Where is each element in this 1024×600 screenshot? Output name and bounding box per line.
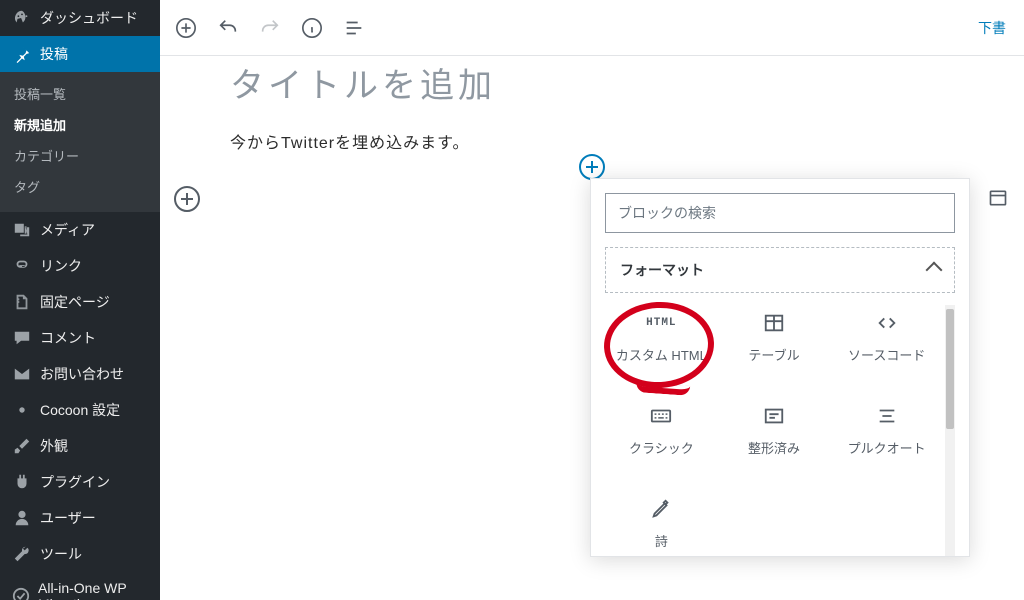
block-inserter-popover: フォーマット HTML カスタム HTML テーブル bbox=[590, 178, 970, 557]
preformatted-icon bbox=[760, 404, 788, 428]
html-icon: HTML bbox=[647, 311, 675, 335]
sidebar-item-users[interactable]: ユーザー bbox=[0, 500, 160, 536]
sidebar-label: リンク bbox=[40, 256, 82, 276]
plugin-icon bbox=[12, 472, 32, 492]
sidebar-posts-submenu: 投稿一覧 新規追加 カテゴリー タグ bbox=[0, 72, 160, 212]
pullquote-icon bbox=[873, 404, 901, 428]
add-block-button[interactable] bbox=[174, 16, 198, 40]
sidebar-label: お問い合わせ bbox=[40, 364, 124, 384]
chevron-up-icon bbox=[926, 262, 943, 279]
sidebar-item-contact[interactable]: お問い合わせ bbox=[0, 356, 160, 392]
block-search-input[interactable] bbox=[605, 193, 955, 233]
sidebar-item-media[interactable]: メディア bbox=[0, 212, 160, 248]
sidebar-item-comments[interactable]: コメント bbox=[0, 320, 160, 356]
block-preformatted[interactable]: 整形済み bbox=[718, 398, 831, 463]
sidebar-item-dashboard[interactable]: ダッシュボード bbox=[0, 0, 160, 36]
sidebar-sub-tags[interactable]: タグ bbox=[0, 171, 160, 202]
block-label: ソースコード bbox=[848, 345, 925, 364]
sidebar-item-pages[interactable]: 固定ページ bbox=[0, 284, 160, 320]
keyboard-icon bbox=[647, 404, 675, 428]
sidebar-label: All-in-One WP Migration bbox=[38, 580, 148, 600]
editor-main: 下書 タイトルを追加 今からTwitterを埋め込みます。 フォーマット bbox=[160, 0, 1024, 600]
code-icon bbox=[873, 311, 901, 335]
layout-block-shortcut[interactable] bbox=[986, 186, 1010, 210]
scrollbar-thumb[interactable] bbox=[946, 309, 954, 429]
app-root: ダッシュボード 投稿 投稿一覧 新規追加 カテゴリー タグ メディア リンク 固… bbox=[0, 0, 1024, 600]
link-icon bbox=[12, 256, 32, 276]
sidebar-item-links[interactable]: リンク bbox=[0, 248, 160, 284]
sidebar-label: ユーザー bbox=[40, 508, 96, 528]
sidebar-sub-new-post[interactable]: 新規追加 bbox=[0, 109, 160, 140]
save-draft-link[interactable]: 下書 bbox=[978, 18, 1010, 38]
brush-icon bbox=[12, 436, 32, 456]
redo-button[interactable] bbox=[258, 16, 282, 40]
sidebar-label: 固定ページ bbox=[40, 292, 110, 312]
sidebar-label: メディア bbox=[40, 220, 95, 240]
block-code[interactable]: ソースコード bbox=[830, 305, 943, 370]
plus-icon bbox=[586, 161, 598, 173]
block-label: プルクオート bbox=[848, 438, 926, 457]
block-label: 詩 bbox=[655, 531, 668, 550]
insert-block-left-button[interactable] bbox=[174, 186, 200, 212]
block-label: 整形済み bbox=[748, 438, 800, 457]
sidebar-label: プラグイン bbox=[40, 472, 110, 492]
admin-sidebar: ダッシュボード 投稿 投稿一覧 新規追加 カテゴリー タグ メディア リンク 固… bbox=[0, 0, 160, 600]
inserter-panel: フォーマット HTML カスタム HTML テーブル bbox=[591, 247, 969, 556]
table-icon bbox=[760, 311, 788, 335]
panel-title: フォーマット bbox=[620, 260, 704, 280]
sidebar-label: コメント bbox=[40, 328, 96, 348]
insert-block-mid-button[interactable] bbox=[579, 154, 605, 180]
comment-icon bbox=[12, 328, 32, 348]
block-custom-html[interactable]: HTML カスタム HTML bbox=[605, 305, 718, 370]
outline-button[interactable] bbox=[342, 16, 366, 40]
block-pullquote[interactable]: プルクオート bbox=[830, 398, 943, 463]
wrench-icon bbox=[12, 544, 32, 564]
sidebar-item-aiowp[interactable]: All-in-One WP Migration bbox=[0, 572, 160, 600]
sidebar-item-cocoon[interactable]: Cocoon 設定 bbox=[0, 392, 160, 428]
undo-button[interactable] bbox=[216, 16, 240, 40]
info-button[interactable] bbox=[300, 16, 324, 40]
pages-icon bbox=[12, 292, 32, 312]
sidebar-sub-all-posts[interactable]: 投稿一覧 bbox=[0, 78, 160, 109]
block-table[interactable]: テーブル bbox=[718, 305, 831, 370]
dashboard-icon bbox=[12, 8, 32, 28]
sidebar-item-appearance[interactable]: 外観 bbox=[0, 428, 160, 464]
blocks-grid: HTML カスタム HTML テーブル ソースコード bbox=[605, 305, 943, 556]
plus-icon bbox=[181, 193, 193, 205]
block-classic[interactable]: クラシック bbox=[605, 398, 718, 463]
block-label: カスタム HTML bbox=[616, 345, 707, 364]
post-title-input[interactable]: タイトルを追加 bbox=[230, 56, 954, 125]
media-icon bbox=[12, 220, 32, 240]
sidebar-sub-categories[interactable]: カテゴリー bbox=[0, 140, 160, 171]
migrate-icon bbox=[12, 586, 30, 600]
sidebar-label: 外観 bbox=[40, 436, 68, 456]
editor-topbar: 下書 bbox=[160, 0, 1024, 56]
user-icon bbox=[12, 508, 32, 528]
block-label: クラシック bbox=[629, 438, 694, 457]
block-verse[interactable]: 詩 bbox=[605, 491, 718, 556]
sidebar-label: ツール bbox=[40, 544, 82, 564]
sidebar-label: 投稿 bbox=[40, 44, 68, 64]
sidebar-item-tools[interactable]: ツール bbox=[0, 536, 160, 572]
sidebar-item-posts[interactable]: 投稿 bbox=[0, 36, 160, 72]
pencil-icon bbox=[647, 497, 675, 521]
block-search-wrap bbox=[591, 179, 969, 247]
scrollbar[interactable] bbox=[945, 305, 955, 556]
mail-icon bbox=[12, 364, 32, 384]
sidebar-label: ダッシュボード bbox=[40, 8, 138, 28]
panel-header-formatting[interactable]: フォーマット bbox=[605, 247, 955, 293]
block-label: テーブル bbox=[748, 345, 799, 364]
pin-icon bbox=[12, 44, 32, 64]
dot-icon bbox=[12, 400, 32, 420]
sidebar-label: Cocoon 設定 bbox=[40, 400, 120, 420]
sidebar-item-plugins[interactable]: プラグイン bbox=[0, 464, 160, 500]
blocks-grid-wrap: HTML カスタム HTML テーブル ソースコード bbox=[605, 305, 955, 556]
